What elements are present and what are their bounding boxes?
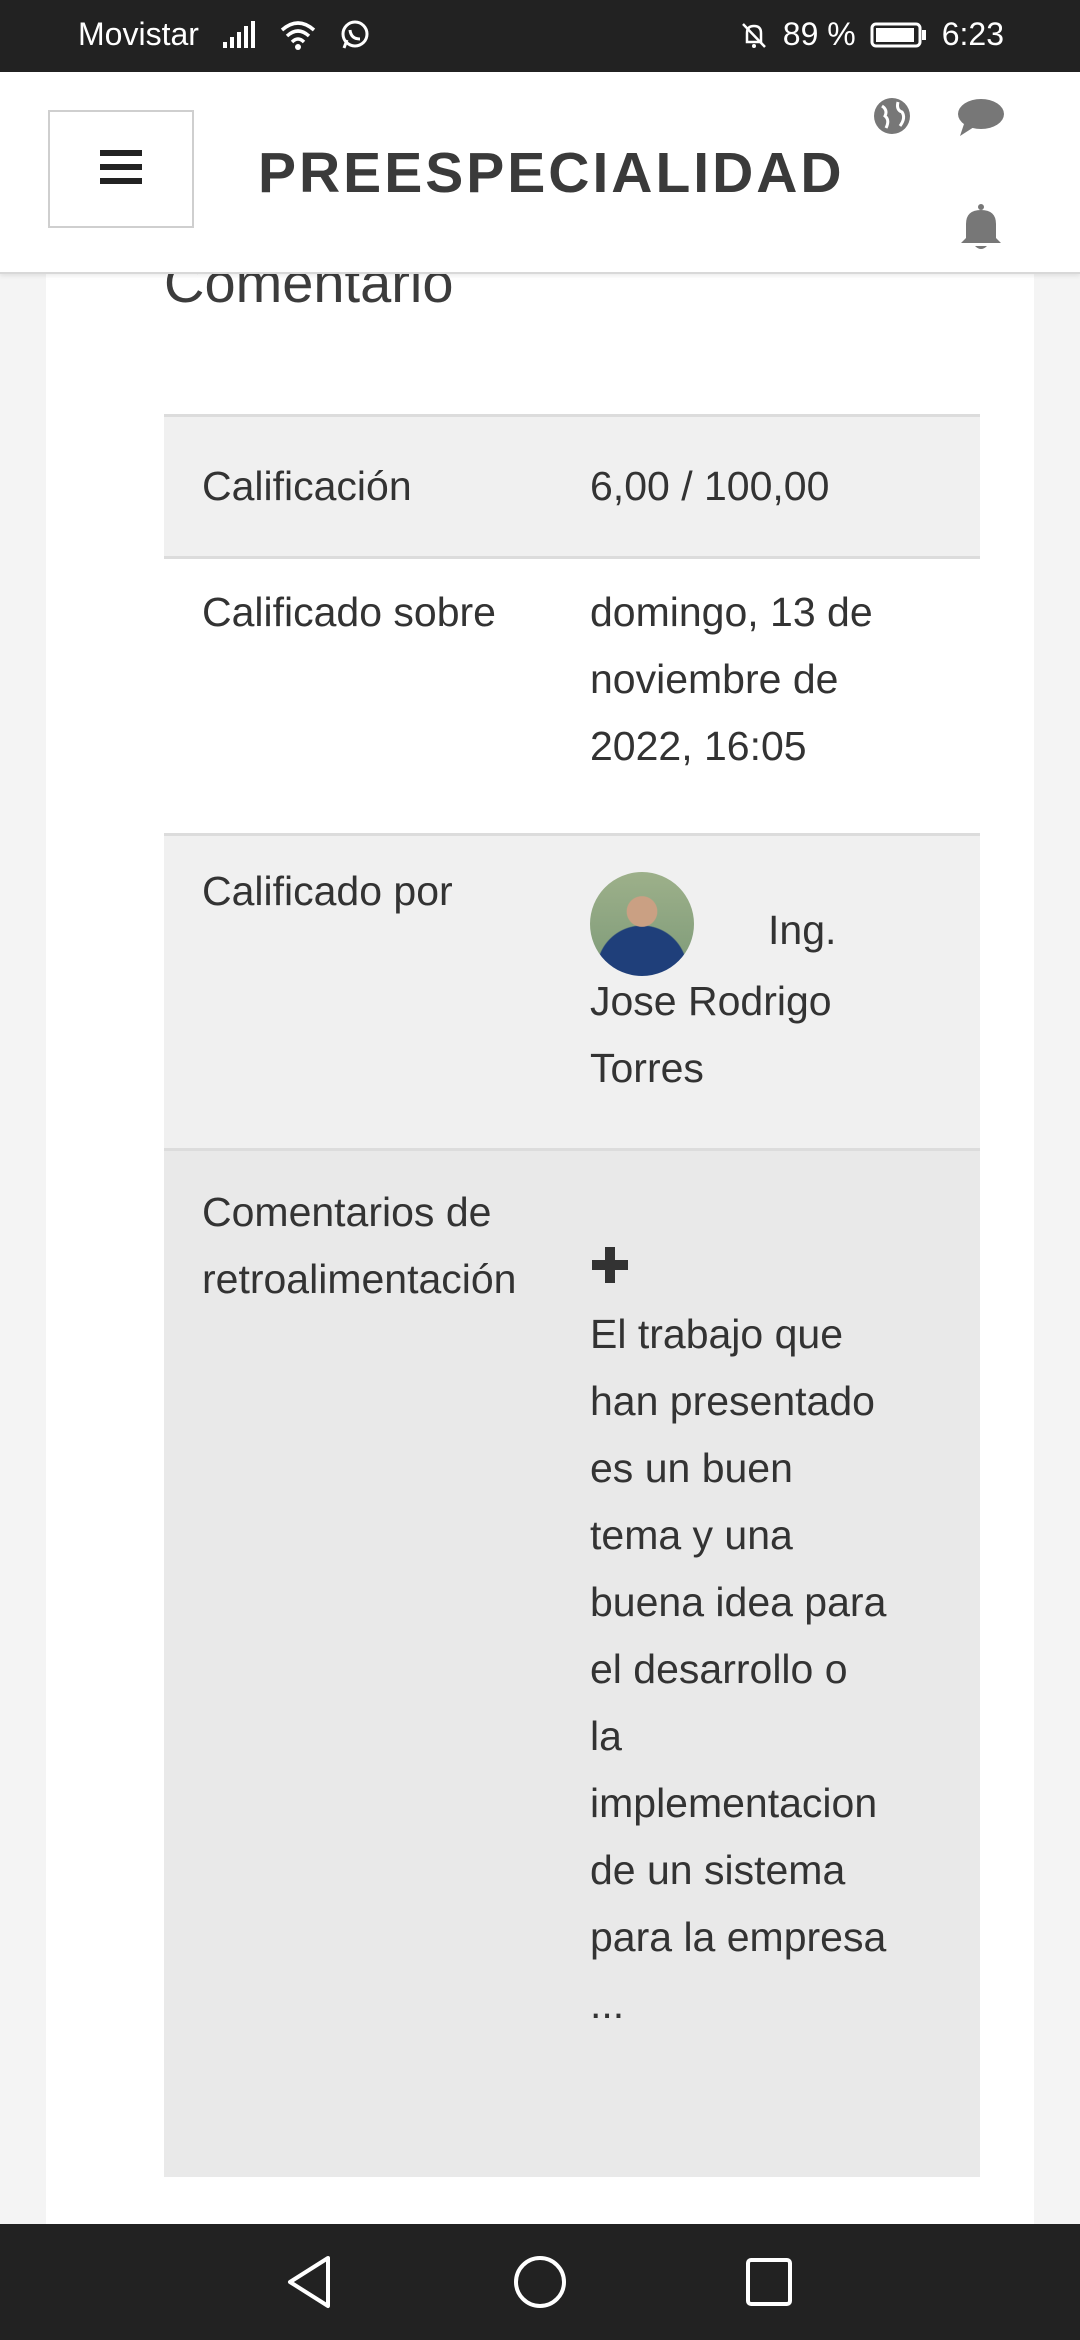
graded-by-value: Ing. Jose Rodrigo Torres bbox=[554, 835, 980, 1150]
chat-icon[interactable] bbox=[956, 96, 1006, 140]
feedback-value: El trabajo que han presentado es un buen te… bbox=[554, 1150, 980, 2177]
whatsapp-icon bbox=[339, 19, 371, 51]
grader-name-line[interactable]: Jose Rodrigo bbox=[590, 968, 980, 1035]
feedback-line: la bbox=[590, 1713, 622, 1759]
feedback-line: El trabajo que bbox=[590, 1311, 844, 1357]
expand-plus-icon[interactable] bbox=[590, 1237, 980, 1297]
feedback-label-line: Comentarios de bbox=[202, 1189, 492, 1235]
graded-on-line: 2022, 16:05 bbox=[590, 723, 807, 769]
carrier-label: Movistar bbox=[78, 16, 199, 52]
mute-bell-icon bbox=[739, 20, 769, 50]
feedback-text: El trabajo que han presentado es un buen te… bbox=[590, 1301, 980, 2038]
graded-on-value: domingo, 13 de noviembre de 2022, 16:05 bbox=[554, 558, 980, 835]
feedback-line: el desarrollo o bbox=[590, 1646, 848, 1692]
grader-name-line[interactable]: Torres bbox=[590, 1035, 980, 1102]
graded-on-label: Calificado sobre bbox=[202, 589, 496, 635]
table-row: Calificación 6,00 / 100,00 bbox=[164, 415, 980, 558]
table-row: Calificado por Ing. Jose Rodrigo Torres bbox=[164, 834, 980, 1150]
graded-on-line: noviembre de bbox=[590, 656, 839, 702]
navigation-bar bbox=[0, 2224, 1080, 2340]
app-header: PREESPECIALIDAD bbox=[0, 72, 1080, 274]
graded-by-label: Calificado por bbox=[202, 868, 453, 914]
avatar[interactable] bbox=[590, 872, 694, 976]
feedback-line: ... bbox=[590, 1981, 625, 2027]
home-icon[interactable] bbox=[512, 2254, 568, 2310]
site-title[interactable]: PREESPECIALIDAD bbox=[258, 140, 845, 206]
feedback-line: implementacion bbox=[590, 1780, 878, 1826]
feedback-line: de un sistema bbox=[590, 1847, 846, 1893]
battery-percent: 89 % bbox=[782, 16, 856, 52]
globe-icon[interactable] bbox=[872, 96, 912, 136]
recents-icon[interactable] bbox=[744, 2254, 794, 2310]
notification-bell-icon[interactable] bbox=[958, 202, 1004, 252]
grade-table: Calificación 6,00 / 100,00 Calificado so… bbox=[164, 414, 980, 2177]
graded-on-line: domingo, 13 de bbox=[590, 589, 873, 635]
menu-button[interactable] bbox=[48, 110, 194, 228]
clock: 6:23 bbox=[941, 16, 1004, 52]
grade-label: Calificación bbox=[202, 463, 412, 509]
table-row: Comentarios de retroalimentación El trab… bbox=[164, 1149, 980, 2177]
feedback-line: buena idea para bbox=[590, 1579, 887, 1625]
hamburger-icon bbox=[98, 147, 144, 192]
feedback-line: para la empresa bbox=[590, 1914, 887, 1960]
feedback-label: Comentarios de retroalimentación bbox=[164, 1150, 554, 2177]
feedback-line: han presentado bbox=[590, 1378, 875, 1424]
table-row: Calificado sobre domingo, 13 de noviembr… bbox=[164, 557, 980, 835]
grader-title[interactable]: Ing. bbox=[768, 897, 836, 964]
feedback-label-line: retroalimentación bbox=[202, 1256, 517, 1302]
grade-value: 6,00 / 100,00 bbox=[590, 463, 830, 509]
battery-icon bbox=[870, 21, 928, 49]
signal-icon bbox=[221, 20, 257, 50]
wifi-icon bbox=[279, 19, 317, 51]
feedback-line: tema y una bbox=[590, 1512, 793, 1558]
feedback-line: es un buen bbox=[590, 1445, 793, 1491]
back-icon[interactable] bbox=[284, 2254, 334, 2310]
status-bar: Movistar 89 % 6:23 bbox=[0, 0, 1080, 72]
